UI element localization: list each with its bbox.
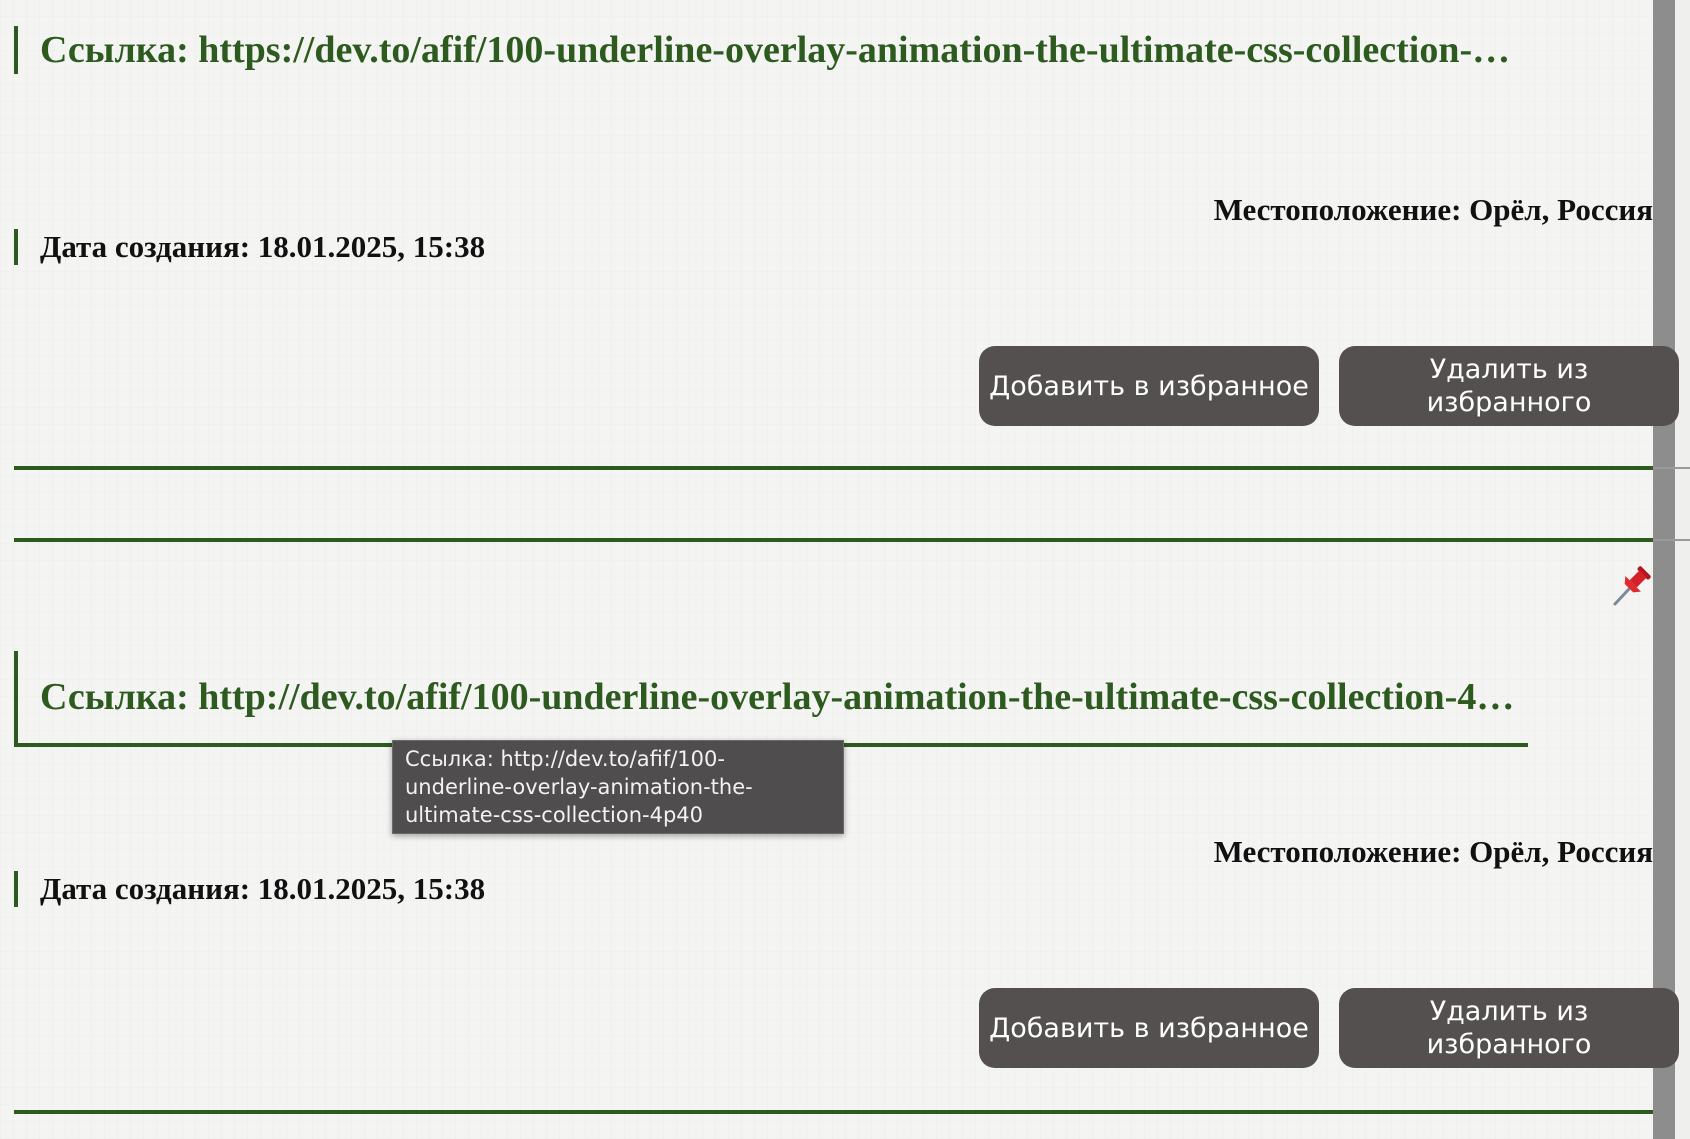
link-card-1: Ссылка: https://dev.to/afif/100-underlin… [0,0,1679,470]
card-location: Местоположение: Орёл, Россия [1213,192,1653,227]
remove-from-favorites-button[interactable]: Удалить из избранного [1339,346,1679,426]
remove-from-favorites-button[interactable]: Удалить из избранного [1339,988,1679,1068]
pushpin-icon [1613,566,1651,606]
card-link[interactable]: Ссылка: http://dev.to/afif/100-underline… [14,651,1528,747]
link-tooltip: Ссылка: http://dev.to/afif/100-underline… [392,740,844,834]
page-scrollbar[interactable] [1653,0,1675,1139]
card-divider [14,1110,1653,1114]
scrollbar-edge [1675,0,1690,1139]
card-divider [14,466,1653,470]
card-date: Дата создания: 18.01.2025, 15:38 [14,229,485,265]
add-to-favorites-button[interactable]: Добавить в избранное [979,346,1319,426]
card-divider-edge [1653,467,1690,469]
card-link[interactable]: Ссылка: https://dev.to/afif/100-underlin… [14,26,1510,74]
card-location: Местоположение: Орёл, Россия [1213,834,1653,869]
add-to-favorites-button[interactable]: Добавить в избранное [979,988,1319,1068]
card-date: Дата создания: 18.01.2025, 15:38 [14,871,485,907]
card-divider-edge [1653,539,1690,541]
